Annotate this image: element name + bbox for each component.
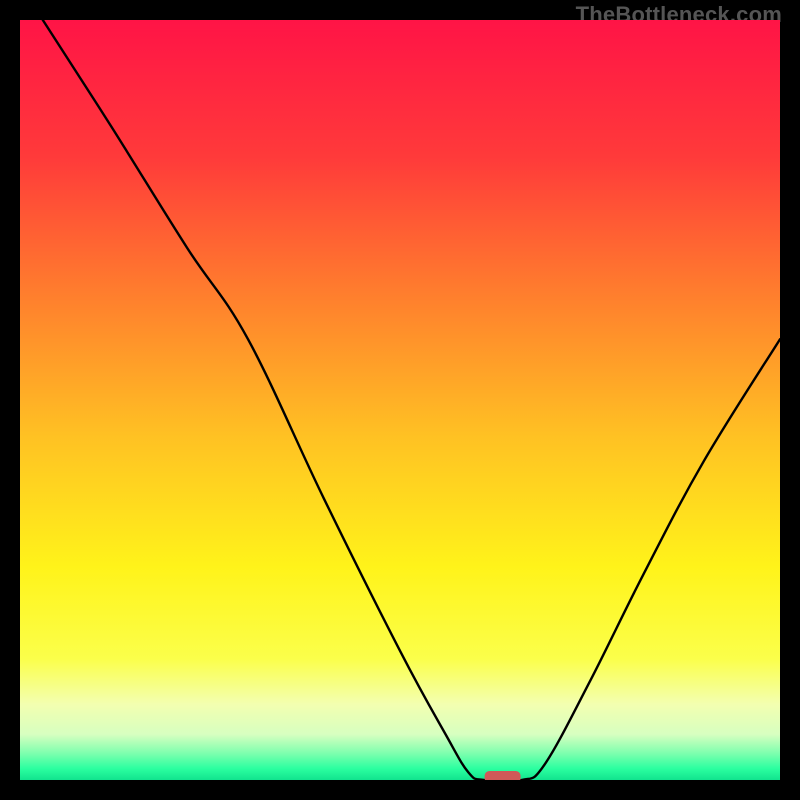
chart-svg xyxy=(20,20,780,780)
gradient-background xyxy=(20,20,780,780)
chart-frame: TheBottleneck.com xyxy=(0,0,800,800)
plot-area xyxy=(20,20,780,780)
marker-pill xyxy=(485,771,521,780)
